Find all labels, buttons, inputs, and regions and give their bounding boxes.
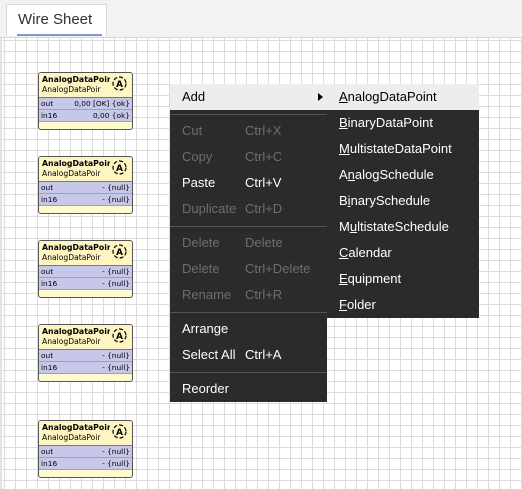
svg-text:A: A [116,80,123,90]
analog-data-point-block[interactable]: AnalogDataPoir AnalogDataPoir A out - {n… [38,240,133,298]
slot-out[interactable]: out - {null} [39,446,132,458]
slot-out[interactable]: out 0,00 [OK] {ok} [39,98,132,110]
block-header: AnalogDataPoir AnalogDataPoir A [39,325,132,350]
analog-point-icon: A [112,244,127,259]
tab-active-indicator [17,34,102,36]
menu-separator [170,372,327,373]
menu-separator [170,226,327,227]
submenu-label: AnalogDataPoint [339,89,437,104]
menu-item-reorder[interactable]: Reorder [170,376,327,402]
submenu-label: Calendar [339,245,392,260]
analog-point-icon: A [112,76,127,91]
block-header: AnalogDataPoir AnalogDataPoir A [39,157,132,182]
submenu-item-analogschedule[interactable]: AnalogSchedule [327,162,479,188]
menu-item-rename[interactable]: Rename Ctrl+R [170,282,327,308]
analog-data-point-block[interactable]: AnalogDataPoir AnalogDataPoir A out 0,00… [38,72,133,130]
block-title: AnalogDataPoir [42,75,110,84]
submenu-item-binaryschedule[interactable]: BinarySchedule [327,188,479,214]
slot-out[interactable]: out - {null} [39,266,132,278]
block-subtitle: AnalogDataPoir [42,85,101,94]
add-submenu: AnalogDataPoint BinaryDataPoint Multista… [327,84,479,318]
analog-point-icon: A [112,328,127,343]
tab-label: Wire Sheet [18,11,93,28]
context-menu: Add Cut Ctrl+X Copy Ctrl+C Paste Ctrl+V … [170,84,327,402]
submenu-label: MultistateSchedule [339,219,449,234]
block-title: AnalogDataPoir [42,423,110,432]
block-header: AnalogDataPoir AnalogDataPoir A [39,421,132,446]
analog-data-point-block[interactable]: AnalogDataPoir AnalogDataPoir A out - {n… [38,324,133,382]
submenu-item-analogdatapoint[interactable]: AnalogDataPoint [327,84,479,110]
block-header: AnalogDataPoir AnalogDataPoir A [39,73,132,98]
submenu-item-binarydatapoint[interactable]: BinaryDataPoint [327,110,479,136]
submenu-item-multistateschedule[interactable]: MultistateSchedule [327,214,479,240]
svg-text:A: A [116,332,123,342]
slot-in16[interactable]: in16 - {null} [39,362,132,374]
submenu-item-calendar[interactable]: Calendar [327,240,479,266]
submenu-item-folder[interactable]: Folder [327,292,479,318]
menu-separator [170,114,327,115]
block-subtitle: AnalogDataPoir [42,253,101,262]
menu-item-delete-permanent[interactable]: Delete Ctrl+Delete [170,256,327,282]
slot-in16[interactable]: in16 0,00 {ok} [39,110,132,122]
block-subtitle: AnalogDataPoir [42,337,101,346]
menu-separator [170,312,327,313]
submenu-label: AnalogSchedule [339,167,434,182]
slot-in16[interactable]: in16 - {null} [39,278,132,290]
menu-item-paste[interactable]: Paste Ctrl+V [170,170,327,196]
submenu-label: Folder [339,297,376,312]
block-subtitle: AnalogDataPoir [42,433,101,442]
menu-item-add[interactable]: Add [170,84,327,110]
tab-bar: Wire Sheet [0,0,522,38]
block-title: AnalogDataPoir [42,327,110,336]
submenu-label: BinaryDataPoint [339,115,433,130]
analog-point-icon: A [112,424,127,439]
submenu-item-multistatedatapoint[interactable]: MultistateDataPoint [327,136,479,162]
menu-item-select-all[interactable]: Select All Ctrl+A [170,342,327,368]
submenu-arrow-icon [318,93,323,101]
block-title: AnalogDataPoir [42,243,110,252]
submenu-item-equipment[interactable]: Equipment [327,266,479,292]
block-header: AnalogDataPoir AnalogDataPoir A [39,241,132,266]
slot-out[interactable]: out - {null} [39,182,132,194]
analog-data-point-block[interactable]: AnalogDataPoir AnalogDataPoir A out - {n… [38,420,133,478]
submenu-label: Equipment [339,271,402,286]
svg-text:A: A [116,164,123,174]
slot-out[interactable]: out - {null} [39,350,132,362]
submenu-label: MultistateDataPoint [339,141,452,156]
svg-text:A: A [116,428,123,438]
svg-text:A: A [116,248,123,258]
block-title: AnalogDataPoir [42,159,110,168]
menu-item-arrange[interactable]: Arrange [170,316,327,342]
menu-item-copy[interactable]: Copy Ctrl+C [170,144,327,170]
canvas-left-edge [0,38,2,489]
submenu-label: BinarySchedule [339,193,431,208]
slot-in16[interactable]: in16 - {null} [39,194,132,206]
analog-data-point-block[interactable]: AnalogDataPoir AnalogDataPoir A out - {n… [38,156,133,214]
analog-point-icon: A [112,160,127,175]
menu-item-delete[interactable]: Delete Delete [170,230,327,256]
block-subtitle: AnalogDataPoir [42,169,101,178]
slot-in16[interactable]: in16 - {null} [39,458,132,470]
menu-item-cut[interactable]: Cut Ctrl+X [170,118,327,144]
menu-item-duplicate[interactable]: Duplicate Ctrl+D [170,196,327,222]
tab-wire-sheet[interactable]: Wire Sheet [6,4,107,36]
